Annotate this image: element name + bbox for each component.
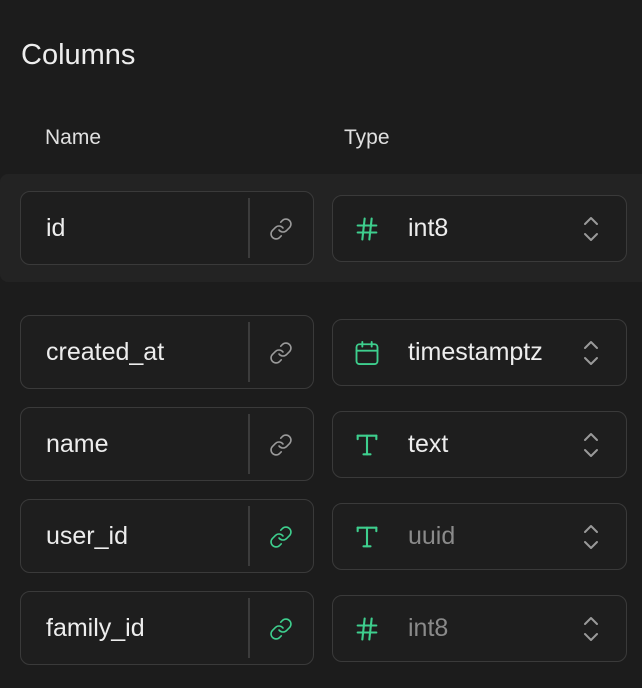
section-title: Columns <box>21 39 136 71</box>
chevron-up-down-icon <box>584 616 598 641</box>
field-divider <box>248 198 250 258</box>
text-type-icon <box>356 434 378 455</box>
column-name-text: family_id <box>46 613 145 642</box>
field-divider <box>248 598 250 658</box>
column-type-select-user-id[interactable]: uuid <box>332 503 627 570</box>
text-type-icon <box>356 526 378 547</box>
chevron-up-down-icon <box>584 216 598 241</box>
column-type-text: text <box>408 430 449 458</box>
column-name-text: created_at <box>46 337 165 366</box>
column-type-text: uuid <box>408 522 456 550</box>
column-name-field-user-id[interactable]: user_id <box>20 499 314 573</box>
hash-icon <box>356 216 378 241</box>
column-name-text: id <box>46 213 66 242</box>
link-icon[interactable] <box>269 525 293 549</box>
column-header-type: Type <box>344 126 390 149</box>
column-name-text: name <box>46 429 109 458</box>
hash-icon <box>356 616 378 641</box>
link-icon[interactable] <box>269 217 293 241</box>
field-divider <box>248 414 250 474</box>
column-name-text: user_id <box>46 521 128 550</box>
chevron-up-down-icon <box>584 432 598 457</box>
link-icon[interactable] <box>269 341 293 365</box>
field-divider <box>248 322 250 382</box>
column-type-select-name[interactable]: text <box>332 411 627 478</box>
field-divider <box>248 506 250 566</box>
column-name-field-name[interactable]: name <box>20 407 314 481</box>
link-icon[interactable] <box>269 617 293 641</box>
calendar-icon <box>355 340 379 365</box>
column-type-select-family-id[interactable]: int8 <box>332 595 627 662</box>
column-type-text: timestamptz <box>408 338 543 366</box>
column-header-name: Name <box>45 126 102 149</box>
link-icon[interactable] <box>269 433 293 457</box>
chevron-up-down-icon <box>584 340 598 365</box>
column-type-text: int8 <box>408 214 449 242</box>
column-name-field-id[interactable]: id <box>20 191 314 265</box>
chevron-up-down-icon <box>584 524 598 549</box>
column-type-select-id[interactable]: int8 <box>332 195 627 262</box>
column-type-text: int8 <box>408 614 449 642</box>
column-name-field-family-id[interactable]: family_id <box>20 591 314 665</box>
column-type-select-created-at[interactable]: timestamptz <box>332 319 627 386</box>
column-name-field-created-at[interactable]: created_at <box>20 315 314 389</box>
